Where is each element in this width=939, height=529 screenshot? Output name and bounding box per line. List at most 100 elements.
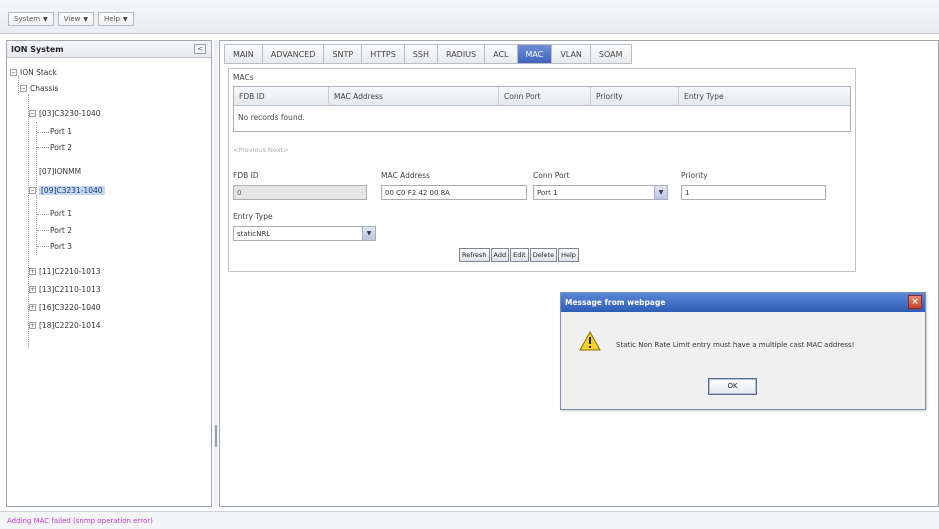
tab-main[interactable]: MAIN (224, 44, 262, 64)
column-header-entry-type[interactable]: Entry Type (679, 87, 850, 106)
menu-help[interactable]: Help ▼ (97, 12, 134, 26)
tree-node-label: [11]C2210-1013 (39, 267, 101, 276)
entry-type-label: Entry Type (233, 212, 273, 221)
collapse-icon[interactable]: − (29, 110, 36, 117)
priority-field[interactable]: 1 (681, 185, 826, 200)
menu-view[interactable]: View ▼ (57, 12, 94, 26)
tab-advanced[interactable]: ADVANCED (261, 44, 324, 64)
close-icon[interactable]: × (908, 295, 922, 309)
priority-label: Priority (681, 171, 708, 180)
tree-title: ION System (11, 45, 64, 54)
tree-node-port[interactable]: Port 3 (50, 242, 72, 251)
warning-icon (579, 331, 601, 351)
macs-table: FDB ID MAC Address Conn Port Priority En… (233, 86, 851, 132)
collapse-icon[interactable]: − (10, 69, 17, 76)
menu-system[interactable]: System ▼ (8, 12, 54, 26)
tab-vlan[interactable]: VLAN (551, 44, 590, 64)
tree-node-label: Port 2 (50, 226, 73, 235)
tab-radius[interactable]: RADIUS (436, 44, 485, 64)
ok-button[interactable]: OK (708, 378, 757, 395)
macs-legend: MACs (233, 73, 254, 82)
macs-fieldset: MACs FDB ID MAC Address Conn Port Priori… (228, 68, 856, 272)
status-bar: Adding MAC failed (snmp operation error) (0, 511, 939, 529)
tree-connector (37, 147, 49, 148)
add-button[interactable]: Add (490, 248, 510, 262)
panel-splitter[interactable] (214, 40, 218, 507)
chevron-down-icon[interactable]: ▼ (362, 227, 375, 240)
tree-node-label: [16]C3220-1040 (39, 303, 101, 312)
dialog-title-bar[interactable]: Message from webpage × (561, 293, 925, 312)
tree-node-ion-stack[interactable]: − ION Stack (10, 68, 57, 77)
conn-port-select[interactable]: Port 1 ▼ (533, 185, 668, 200)
tree-node-slot-09[interactable]: − [09]C3231-1040 (29, 186, 105, 195)
tab-ssh[interactable]: SSH (403, 44, 437, 64)
message-dialog: Message from webpage × Static Non Rate L… (560, 292, 926, 410)
tree-node-label: Chassis (30, 84, 59, 93)
pager-links[interactable]: <Previous Next> (233, 146, 289, 154)
edit-button[interactable]: Edit (510, 248, 529, 262)
collapse-icon[interactable]: − (20, 85, 27, 92)
action-buttons: Refresh Add Edit Delete Help (459, 248, 579, 262)
menu-items: System ▼ View ▼ Help ▼ (8, 12, 134, 26)
tree-node-slot-18[interactable]: + [18]C2220-1014 (29, 321, 101, 330)
entry-type-value: staticNRL (237, 230, 271, 238)
delete-button[interactable]: Delete (529, 248, 558, 262)
expand-icon[interactable]: + (29, 304, 36, 311)
main-panel: MAIN ADVANCED SNTP HTTPS SSH RADIUS ACL … (219, 40, 939, 507)
menu-view-label: View (63, 15, 81, 23)
tree-connector (37, 230, 49, 231)
help-button[interactable]: Help (558, 248, 579, 262)
tab-sntp[interactable]: SNTP (323, 44, 362, 64)
mac-address-label: MAC Address (381, 171, 430, 180)
tab-strip: MAIN ADVANCED SNTP HTTPS SSH RADIUS ACL … (224, 44, 632, 64)
tree-node-label: [03]C3230-1040 (39, 109, 101, 118)
menu-system-label: System (14, 15, 41, 23)
tree-node-label: Port 1 (50, 127, 73, 136)
tree-node-slot-03[interactable]: − [03]C3230-1040 (29, 109, 101, 118)
table-empty-message: No records found. (238, 113, 305, 122)
tab-acl[interactable]: ACL (484, 44, 517, 64)
collapse-panel-button[interactable]: < (194, 44, 206, 54)
tree-node-chassis[interactable]: − Chassis (20, 84, 58, 93)
chevron-down-icon[interactable]: ▼ (654, 186, 667, 199)
tree-node-port[interactable]: Port 2 (50, 143, 72, 152)
status-message: Adding MAC failed (snmp operation error) (7, 517, 153, 525)
tree-connector (37, 246, 49, 247)
entry-type-select[interactable]: staticNRL ▼ (233, 226, 376, 241)
tree-node-port[interactable]: Port 1 (50, 127, 72, 136)
tree-node-label: Port 3 (50, 242, 73, 251)
expand-icon[interactable]: + (29, 286, 36, 293)
tree-node-label-selected: [09]C3231-1040 (39, 186, 105, 195)
expand-icon[interactable]: + (29, 268, 36, 275)
tree-node-slot-16[interactable]: + [16]C3220-1040 (29, 303, 101, 312)
tree-connector (37, 214, 49, 215)
app-window: System ▼ View ▼ Help ▼ ION System < − ION St… (0, 0, 939, 529)
dialog-title: Message from webpage (565, 298, 666, 307)
tree-node-label: [13]C2110-1013 (39, 285, 101, 294)
tree-connector (18, 75, 19, 95)
column-header-conn-port[interactable]: Conn Port (499, 87, 591, 106)
collapse-icon[interactable]: − (29, 187, 36, 194)
splitter-grip[interactable] (215, 425, 217, 447)
column-header-fdb-id[interactable]: FDB ID (234, 87, 329, 106)
tree-node-port[interactable]: Port 2 (50, 226, 72, 235)
tree-node-slot-13[interactable]: + [13]C2110-1013 (29, 285, 101, 294)
tab-mac[interactable]: MAC (516, 44, 552, 64)
chevron-down-icon: ▼ (122, 15, 128, 23)
column-header-priority[interactable]: Priority (591, 87, 679, 106)
column-header-mac-address[interactable]: MAC Address (329, 87, 499, 106)
tree-header: ION System < (7, 41, 211, 58)
tab-https[interactable]: HTTPS (361, 44, 404, 64)
menu-help-label: Help (103, 15, 120, 23)
mac-address-field[interactable]: 00 C0 F2 42 00 8A (381, 185, 527, 200)
tab-soam[interactable]: SOAM (589, 44, 632, 64)
tree-node-slot-11[interactable]: + [11]C2210-1013 (29, 267, 101, 276)
tree-node-label: Port 1 (50, 209, 73, 218)
tree-node-label: Port 2 (50, 143, 73, 152)
tree-node-label: [07]IONMM (39, 167, 82, 176)
tree-node-port[interactable]: Port 1 (50, 209, 72, 218)
dialog-message: Static Non Rate Limit entry must have a … (616, 341, 855, 349)
expand-icon[interactable]: + (29, 322, 36, 329)
refresh-button[interactable]: Refresh (459, 248, 490, 262)
tree-node-slot-07[interactable]: [07]IONMM (39, 167, 81, 176)
